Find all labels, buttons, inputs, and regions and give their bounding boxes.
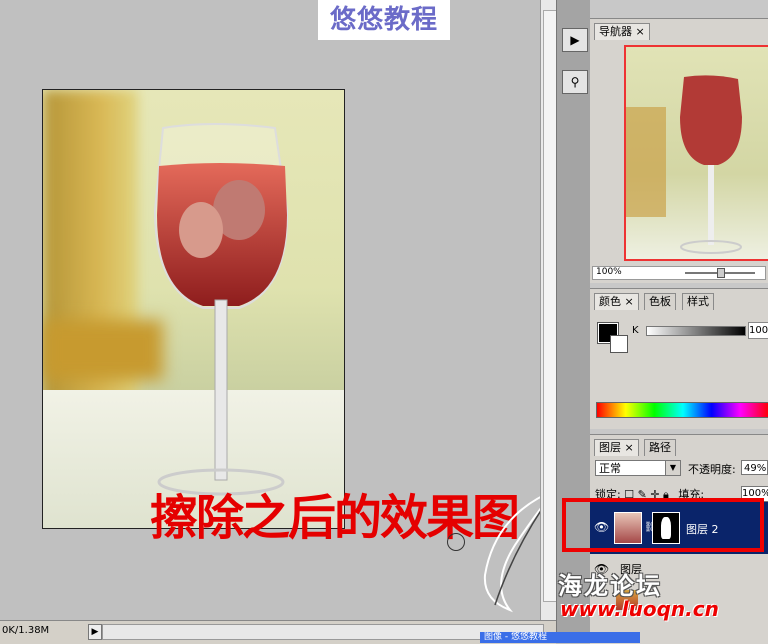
k-channel-value[interactable]: 100 [748,322,768,339]
tab-paths[interactable]: 路径 [644,439,676,456]
navigator-zoom-bar: 100% [592,266,766,280]
tab-layers-label: 图层 [599,441,621,454]
tab-color[interactable]: 颜色 × [594,293,639,310]
highlight-annotation-frame [562,498,764,552]
opacity-input[interactable]: 49% [741,460,768,475]
document-canvas[interactable] [42,89,345,529]
tab-navigator[interactable]: 导航器 × [594,23,650,40]
vertical-scrollbar[interactable] [540,0,557,620]
tab-navigator-label: 导航器 [599,25,632,38]
tab-swatches[interactable]: 色板 [644,293,676,310]
status-bar: 0K/1.38M ▶ [0,620,556,644]
k-channel-slider[interactable] [646,326,746,336]
blend-mode-value: 正常 [599,462,621,475]
tutorial-title-banner: 悠悠教程 [318,0,450,40]
forum-watermark: 海龙论坛 [558,572,662,600]
navigator-zoom-value[interactable]: 100% [596,267,622,277]
forum-url-watermark: www.luoqn.cn [560,597,719,621]
document-size: 0K/1.38M [2,625,50,636]
tool-preset-icon[interactable]: ⚲ [562,70,588,94]
horizontal-scrollbar[interactable] [102,624,544,640]
wine-glass-image [153,123,289,496]
close-icon[interactable]: × [625,295,634,308]
status-menu-button[interactable]: ▶ [88,624,102,640]
zoom-slider-handle[interactable] [717,268,725,278]
tab-styles[interactable]: 样式 [682,293,714,310]
vertical-scrollbar-thumb[interactable] [543,10,557,602]
navigator-thumbnail[interactable] [624,45,768,261]
tab-color-label: 颜色 [599,295,621,308]
opacity-label: 不透明度: [688,463,736,476]
navigator-zoom-slider[interactable] [685,268,755,278]
play-icon[interactable]: ▶ [562,28,588,52]
tab-layers[interactable]: 图层 × [594,439,639,456]
close-icon[interactable]: × [625,441,634,454]
color-spectrum-ramp[interactable] [596,402,768,418]
canvas-workspace[interactable]: 悠悠教程 擦除之后的效果图 [0,0,557,620]
chevron-down-icon[interactable]: ▼ [665,461,680,475]
taskbar-fragment[interactable]: 图像 - 悠悠教程 [480,632,640,643]
blend-mode-select[interactable]: 正常 ▼ [595,460,681,476]
channel-label: K [632,325,639,336]
background-color-swatch[interactable] [610,335,628,353]
navigator-thumbnail-image [626,75,742,254]
close-icon[interactable]: × [636,25,645,38]
